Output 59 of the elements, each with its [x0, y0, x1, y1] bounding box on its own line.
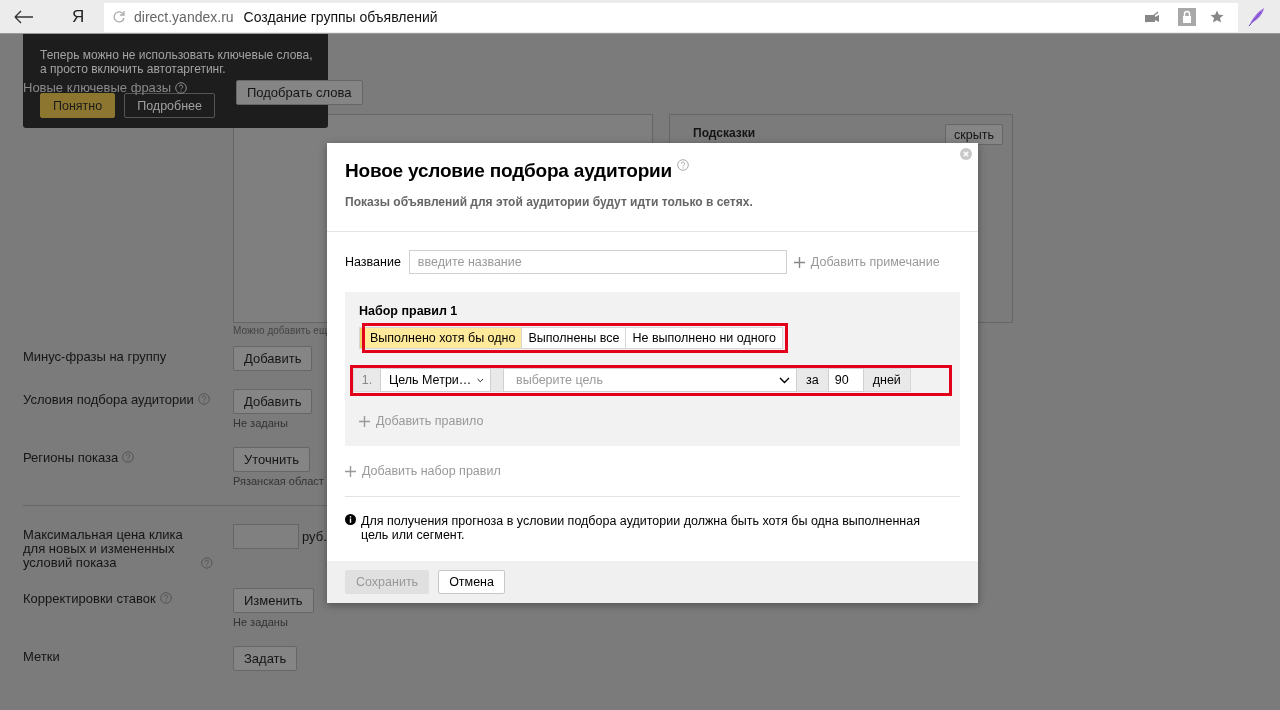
- star-icon[interactable]: [1210, 10, 1224, 24]
- action-button[interactable]: Задать: [233, 646, 298, 671]
- tip-text: Теперь можно не использовать ключевые слова, а просто включить автотаргетинг.: [40, 48, 314, 76]
- action-button[interactable]: Добавить: [233, 346, 313, 371]
- add-note-link[interactable]: Добавить примечание: [793, 255, 940, 269]
- chevron-icon: [779, 376, 790, 384]
- field-label: Регионы показа: [23, 451, 119, 465]
- field-label: Максимальная цена клика для новых и измененных условий показа: [23, 528, 184, 570]
- chevron-icon: [477, 376, 484, 384]
- name-input[interactable]: введите название: [408, 250, 787, 274]
- hide-button[interactable]: скрыть: [945, 124, 1003, 145]
- close-icon[interactable]: [960, 148, 972, 160]
- info-text: Для получения прогноза в условии подбора аудитории должна быть хотя бы одна выполненная цель или сегмент.: [361, 514, 921, 542]
- address-bar[interactable]: direct.yandex.ru Создание группы объявлений: [104, 2, 1238, 32]
- dialog-subtitle: Показы объявлений для этой аудитории будут идти только в сетях.: [345, 195, 754, 209]
- goal-dropdown[interactable]: выберите цель: [503, 368, 797, 392]
- price-input[interactable]: [233, 524, 299, 549]
- status-text: Рязанская област: [233, 475, 324, 487]
- period-label: дней: [871, 372, 902, 389]
- page-title: Создание группы объявлений: [243, 9, 438, 25]
- status-text: Не заданы: [233, 417, 288, 429]
- days-input[interactable]: 90: [827, 368, 864, 392]
- feather-icon[interactable]: [1246, 6, 1266, 27]
- browser-logo[interactable]: Я: [72, 6, 84, 27]
- plus-icon: [359, 415, 370, 427]
- lock-icon[interactable]: [1178, 8, 1196, 26]
- action-button[interactable]: Добавить: [233, 389, 313, 414]
- reload-icon[interactable]: [112, 10, 126, 24]
- period-label: за: [805, 372, 820, 389]
- address-domain: direct.yandex.ru: [134, 9, 234, 25]
- rule-number: 1.: [360, 372, 374, 389]
- field-label: Название: [345, 255, 401, 269]
- plus-icon: [345, 465, 356, 477]
- rule-set-title: Набор правил 1: [359, 304, 459, 318]
- camera-off-icon[interactable]: [1144, 11, 1160, 23]
- field-label: Корректировки ставок: [23, 592, 156, 606]
- field-label: Метки: [23, 650, 60, 664]
- info-icon: [345, 514, 356, 525]
- unit-label: руб.: [302, 529, 327, 544]
- pick-words-button[interactable]: Подобрать слова: [236, 80, 363, 105]
- add-rule-link[interactable]: Добавить правило: [359, 414, 484, 428]
- help-icon[interactable]: [175, 82, 187, 94]
- panel-title: Подсказки: [693, 126, 756, 140]
- add-rule-set-link[interactable]: Добавить набор правил: [345, 464, 501, 478]
- action-button[interactable]: Уточнить: [233, 447, 310, 472]
- ok-button[interactable]: Понятно: [40, 93, 116, 118]
- plus-icon: [793, 256, 805, 268]
- cancel-button[interactable]: Отмена: [438, 570, 505, 594]
- help-icon[interactable]: [677, 159, 689, 171]
- dialog-title: Новое условие подбора аудитории: [345, 159, 672, 183]
- field-label: Условия подбора аудитории: [23, 393, 194, 407]
- metric-dropdown[interactable]: Цель Метри…: [380, 368, 491, 392]
- more-button[interactable]: Подробнее: [124, 93, 216, 118]
- mode-tab[interactable]: Выполнено хотя бы одно: [360, 328, 522, 348]
- action-button[interactable]: Изменить: [233, 588, 314, 613]
- field-label: Минус-фразы на группу: [23, 350, 167, 364]
- status-text: Не заданы: [233, 616, 288, 628]
- field-label: Новые ключевые фразы: [23, 81, 171, 95]
- back-arrow-icon[interactable]: [14, 9, 34, 24]
